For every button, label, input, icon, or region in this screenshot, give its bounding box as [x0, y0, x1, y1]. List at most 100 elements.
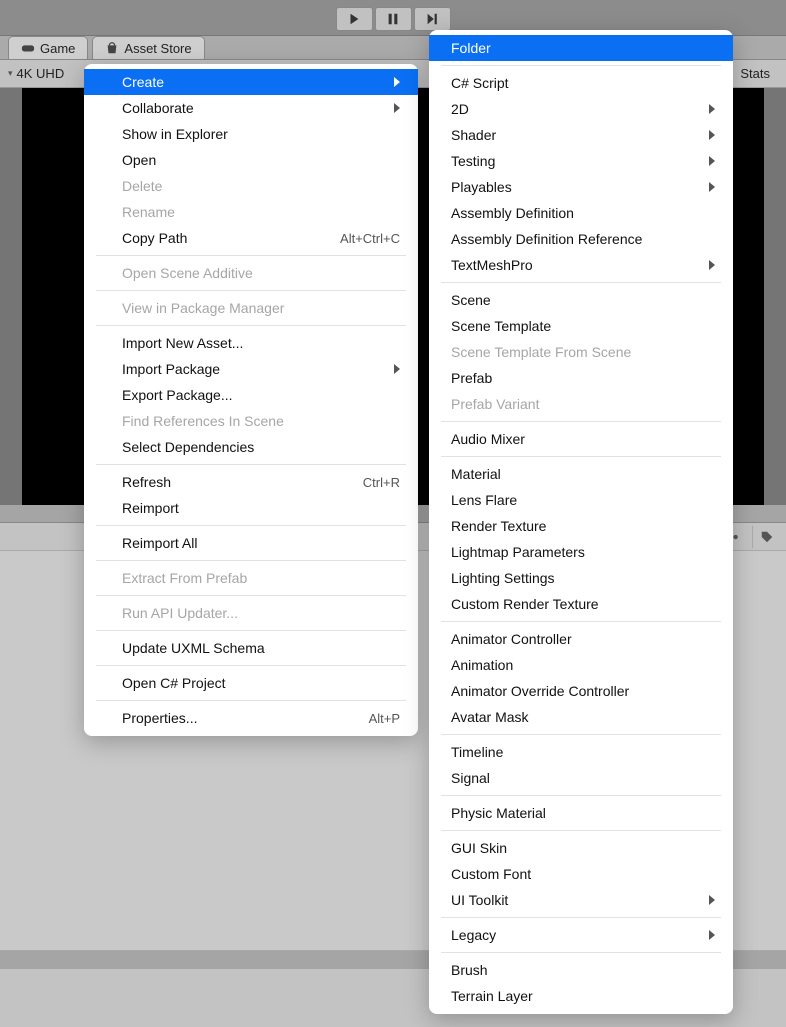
create-menu-item[interactable]: Assembly Definition [429, 200, 733, 226]
create-menu-item[interactable]: Material [429, 461, 733, 487]
create-menu-item[interactable]: UI Toolkit [429, 887, 733, 913]
tab-game[interactable]: Game [8, 36, 88, 59]
menu-item-label: Lightmap Parameters [451, 544, 585, 560]
create-menu-item[interactable]: GUI Skin [429, 835, 733, 861]
create-menu-item[interactable]: Render Texture [429, 513, 733, 539]
menu-item-label: Rename [122, 204, 175, 220]
separator [96, 255, 406, 256]
context-menu-project[interactable]: CreateCollaborateShow in ExplorerOpen Del… [84, 64, 418, 736]
tab-label: Game [40, 41, 75, 56]
menu-item-label: Animator Controller [451, 631, 572, 647]
menu-item-label: Open Scene Additive [122, 265, 253, 281]
project-menu-item[interactable]: Copy PathAlt+Ctrl+C [84, 225, 418, 251]
menu-item-label: Shader [451, 127, 496, 143]
menu-item-label: Reimport [122, 500, 179, 516]
separator [441, 421, 721, 422]
context-menu-create[interactable]: FolderC# Script2DShaderTestingPlayablesA… [429, 30, 733, 1014]
create-menu-item[interactable]: Legacy [429, 922, 733, 948]
menu-item-label: C# Script [451, 75, 509, 91]
create-menu-item[interactable]: Signal [429, 765, 733, 791]
menu-item-label: Physic Material [451, 805, 546, 821]
project-menu-item[interactable]: Import New Asset... [84, 330, 418, 356]
menu-item-label: Custom Render Texture [451, 596, 599, 612]
project-menu-item[interactable]: Reimport All [84, 530, 418, 556]
project-menu-item[interactable]: RefreshCtrl+R [84, 469, 418, 495]
menu-shortcut: Ctrl+R [363, 475, 400, 490]
create-menu-item[interactable]: Custom Font [429, 861, 733, 887]
stats-button[interactable]: Stats [732, 64, 778, 83]
separator [441, 456, 721, 457]
create-menu-item[interactable]: TextMeshPro [429, 252, 733, 278]
create-menu-item[interactable]: Lens Flare [429, 487, 733, 513]
separator [441, 917, 721, 918]
menu-item-label: Select Dependencies [122, 439, 254, 455]
create-menu-item[interactable]: Animation [429, 652, 733, 678]
separator [96, 325, 406, 326]
project-menu-item: Delete [84, 173, 418, 199]
menu-item-label: Signal [451, 770, 490, 786]
resolution-dropdown[interactable]: 4K UHD [17, 66, 65, 81]
project-menu-item: View in Package Manager [84, 295, 418, 321]
menu-item-label: Delete [122, 178, 162, 194]
menu-item-label: Lens Flare [451, 492, 517, 508]
play-button[interactable] [336, 7, 373, 31]
create-menu-item[interactable]: Custom Render Texture [429, 591, 733, 617]
create-menu-item[interactable]: Animator Controller [429, 626, 733, 652]
menu-item-label: Extract From Prefab [122, 570, 247, 586]
create-menu-item[interactable]: Prefab [429, 365, 733, 391]
dropdown-arrow-icon[interactable]: ▾ [8, 68, 13, 79]
create-menu-item[interactable]: Avatar Mask [429, 704, 733, 730]
menu-item-label: Brush [451, 962, 488, 978]
create-menu-item[interactable]: Scene Template [429, 313, 733, 339]
menu-item-label: Properties... [122, 710, 197, 726]
create-menu-item[interactable]: Shader [429, 122, 733, 148]
create-menu-item: Scene Template From Scene [429, 339, 733, 365]
project-menu-item[interactable]: Export Package... [84, 382, 418, 408]
create-menu-item[interactable]: Physic Material [429, 800, 733, 826]
project-menu-item[interactable]: Show in Explorer [84, 121, 418, 147]
create-menu-item[interactable]: Scene [429, 287, 733, 313]
menu-item-label: Import New Asset... [122, 335, 243, 351]
chevron-right-icon [709, 130, 715, 140]
create-menu-item[interactable]: Assembly Definition Reference [429, 226, 733, 252]
create-menu-item[interactable]: 2D [429, 96, 733, 122]
create-menu-item[interactable]: Brush [429, 957, 733, 983]
create-menu-item[interactable]: Animator Override Controller [429, 678, 733, 704]
project-menu-item[interactable]: Import Package [84, 356, 418, 382]
menu-item-label: Material [451, 466, 501, 482]
separator [96, 630, 406, 631]
tab-assetstore[interactable]: Asset Store [92, 36, 204, 59]
project-menu-item[interactable]: Open C# Project [84, 670, 418, 696]
bag-icon [105, 41, 119, 55]
menu-item-label: Folder [451, 40, 491, 56]
pause-button[interactable] [375, 7, 412, 31]
project-menu-item[interactable]: Update UXML Schema [84, 635, 418, 661]
menu-item-label: Update UXML Schema [122, 640, 265, 656]
project-menu-item[interactable]: Properties...Alt+P [84, 705, 418, 731]
separator [96, 665, 406, 666]
menu-item-label: Reimport All [122, 535, 197, 551]
menu-item-label: GUI Skin [451, 840, 507, 856]
menu-item-label: Open C# Project [122, 675, 226, 691]
create-menu-item[interactable]: Terrain Layer [429, 983, 733, 1009]
project-menu-item[interactable]: Collaborate [84, 95, 418, 121]
separator [96, 464, 406, 465]
tag-icon[interactable] [752, 526, 780, 548]
create-menu-item[interactable]: Audio Mixer [429, 426, 733, 452]
project-menu-item[interactable]: Create [84, 69, 418, 95]
menu-item-label: TextMeshPro [451, 257, 533, 273]
create-menu-item[interactable]: Timeline [429, 739, 733, 765]
project-menu-item[interactable]: Select Dependencies [84, 434, 418, 460]
step-button[interactable] [414, 7, 451, 31]
create-menu-item[interactable]: Testing [429, 148, 733, 174]
create-menu-item[interactable]: Folder [429, 35, 733, 61]
create-menu-item[interactable]: Lightmap Parameters [429, 539, 733, 565]
project-menu-item[interactable]: Reimport [84, 495, 418, 521]
create-menu-item[interactable]: Playables [429, 174, 733, 200]
separator [441, 830, 721, 831]
menu-item-label: Testing [451, 153, 495, 169]
project-menu-item[interactable]: Open [84, 147, 418, 173]
create-menu-item[interactable]: C# Script [429, 70, 733, 96]
menu-item-label: Scene Template [451, 318, 551, 334]
create-menu-item[interactable]: Lighting Settings [429, 565, 733, 591]
